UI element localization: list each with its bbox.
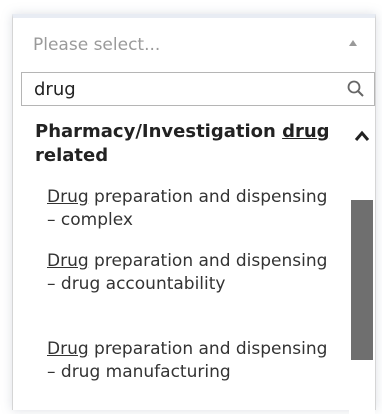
- results-list: Pharmacy/Investigation drug related Drug…: [21, 114, 375, 414]
- option-text: preparation and dispensing – drug manufa…: [47, 339, 328, 382]
- scrollbar[interactable]: [349, 114, 375, 414]
- group-label-match: drug: [282, 121, 330, 142]
- caret-up-icon[interactable]: [349, 40, 357, 46]
- group-label-before: Pharmacy/Investigation: [35, 121, 283, 142]
- list-item[interactable]: Drug preparation and dispensing – comple…: [47, 186, 337, 232]
- option-match: Drug: [47, 339, 89, 359]
- dropdown-panel: Please select... Pharmacy/Investigation …: [12, 14, 376, 414]
- option-text: preparation and dispensing – drug accoun…: [47, 251, 328, 294]
- select-box[interactable]: Please select...: [21, 26, 369, 64]
- list-item[interactable]: Drug preparation and dispensing – drug a…: [47, 250, 337, 296]
- list-item[interactable]: Drug preparation and dispensing – drug m…: [47, 338, 337, 384]
- search-box: [21, 72, 375, 106]
- option-match: Drug: [47, 187, 89, 207]
- group-label: Pharmacy/Investigation drug related: [35, 120, 335, 168]
- search-icon[interactable]: [344, 77, 368, 101]
- option-match: Drug: [47, 251, 89, 271]
- scrollbar-thumb[interactable]: [351, 200, 373, 360]
- search-input[interactable]: [22, 73, 332, 105]
- chevron-up-icon[interactable]: [349, 124, 375, 148]
- select-placeholder: Please select...: [33, 35, 161, 55]
- group-label-after: related: [35, 145, 109, 166]
- option-text: preparation and dispensing – complex: [47, 187, 328, 230]
